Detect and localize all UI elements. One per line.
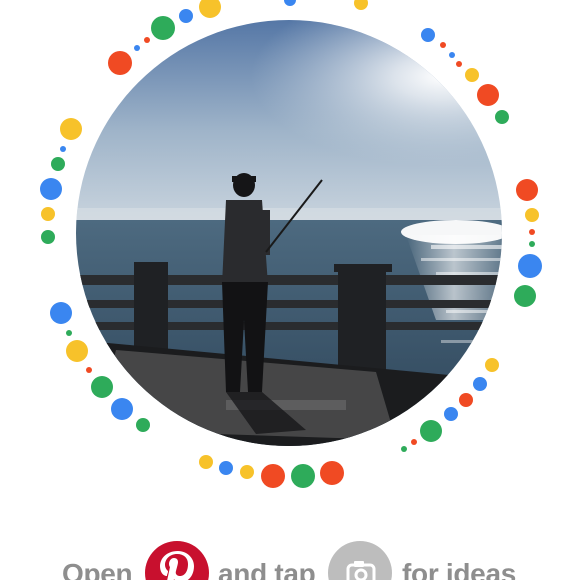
decor-dot <box>91 376 113 398</box>
decor-dot <box>421 28 435 42</box>
decor-dot <box>41 207 55 221</box>
instruction-and-tap-text: and tap <box>218 558 316 580</box>
decor-dot <box>60 146 66 152</box>
fisherman-photo <box>76 20 502 446</box>
decor-dot <box>51 157 65 171</box>
decor-dot <box>66 330 72 336</box>
decor-dot <box>459 393 473 407</box>
decor-dot <box>516 179 538 201</box>
decor-dot <box>134 45 140 51</box>
decor-dot <box>284 0 296 6</box>
pinterest-logo-icon <box>145 541 209 580</box>
decor-dot <box>420 420 442 442</box>
decor-dot <box>320 461 344 485</box>
decor-dot <box>449 52 455 58</box>
decor-dot <box>50 302 72 324</box>
pinterest-lens-promo: Open and tap for ideas <box>0 0 580 580</box>
decor-dot <box>151 16 175 40</box>
decor-dot <box>219 461 233 475</box>
decor-dot <box>144 37 150 43</box>
decor-dot <box>111 398 133 420</box>
decor-dot <box>261 464 285 488</box>
decor-dot <box>240 465 254 479</box>
decor-dot <box>440 42 446 48</box>
instruction-bar: Open and tap for ideas <box>0 536 580 580</box>
decor-dot <box>525 208 539 222</box>
decor-dot <box>86 367 92 373</box>
decor-dot <box>41 230 55 244</box>
decor-dot <box>401 446 407 452</box>
decor-dot <box>456 61 462 67</box>
camera-lens-icon <box>328 541 392 580</box>
decor-dot <box>136 418 150 432</box>
decor-dot <box>518 254 542 278</box>
decor-dot <box>495 110 509 124</box>
decor-dot <box>473 377 487 391</box>
decor-dot <box>444 407 458 421</box>
decor-dot <box>529 241 535 247</box>
decor-dot <box>485 358 499 372</box>
decor-dot <box>529 229 535 235</box>
instruction-for-ideas-text: for ideas <box>402 558 517 580</box>
decor-dot <box>465 68 479 82</box>
decor-dot <box>60 118 82 140</box>
decor-dot <box>66 340 88 362</box>
decor-dot <box>477 84 499 106</box>
instruction-open-text: Open <box>62 558 133 580</box>
decor-dot <box>179 9 193 23</box>
decor-dot <box>291 464 315 488</box>
decor-dot <box>108 51 132 75</box>
decor-dot <box>199 455 213 469</box>
decor-dot <box>514 285 536 307</box>
decor-dot <box>354 0 368 10</box>
decor-dot <box>40 178 62 200</box>
decor-dot <box>411 439 417 445</box>
decor-dot <box>199 0 221 18</box>
